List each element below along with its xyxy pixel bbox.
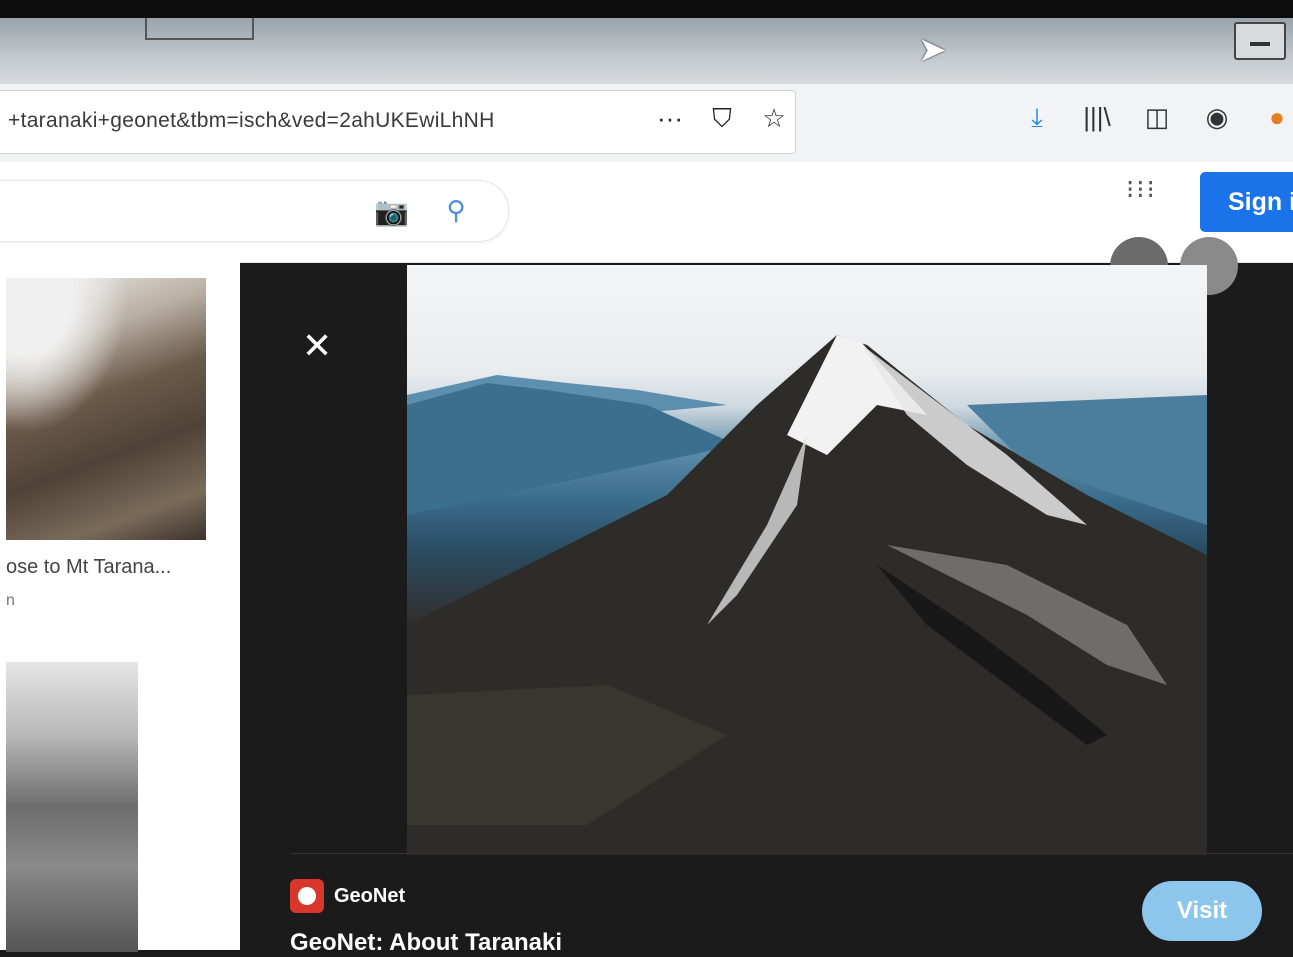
camera-icon[interactable]: 📷 — [374, 195, 409, 227]
page-title[interactable]: GeoNet: About Taranaki — [290, 929, 562, 957]
url-text[interactable]: +taranaki+geonet&tbm=isch&ved=2ahUKEwiLh… — [8, 109, 598, 133]
monitor-bezel — [0, 0, 1293, 18]
mountain-illustration — [407, 335, 1207, 855]
library-icon[interactable]: |||\ — [1080, 102, 1114, 134]
browser-toolbar: +taranaki+geonet&tbm=isch&ved=2ahUKEwiLh… — [0, 84, 1293, 163]
account-icon[interactable]: ◉ — [1200, 102, 1234, 134]
search-icon[interactable]: ⚲ — [440, 195, 472, 225]
toolbar-icons: ⤓ |||\ ◫ ◉ ● — [1020, 102, 1293, 134]
image-results: ose to Mt Tarana... n — [0, 262, 240, 952]
bookmark-star-icon[interactable]: ☆ — [759, 103, 789, 135]
close-icon[interactable]: ✕ — [302, 325, 332, 367]
apps-grid-icon[interactable]: ⁝⁝⁝ — [1126, 176, 1156, 214]
result-title[interactable]: ose to Mt Tarana... — [6, 556, 171, 579]
google-header: 📷 ⚲ ⁝⁝⁝ Sign in — [0, 162, 1293, 263]
preview-image[interactable] — [407, 265, 1207, 855]
window-titlebar: ➤ — [0, 18, 1293, 84]
image-viewer-panel: ✕ GeoNet GeoNet: About Taranaki Visit — [240, 237, 1293, 956]
search-box[interactable]: 📷 ⚲ — [0, 180, 509, 242]
source-name: GeoNet — [334, 884, 406, 907]
pocket-icon[interactable]: ⛉ — [707, 103, 737, 135]
address-bar[interactable]: +taranaki+geonet&tbm=isch&ved=2ahUKEwiLh… — [0, 90, 796, 154]
sidebar-icon[interactable]: ◫ — [1140, 102, 1174, 134]
url-actions: ··· ⛉ ☆ — [655, 103, 789, 135]
divider — [290, 853, 1293, 854]
profile-icon[interactable]: ● — [1260, 102, 1293, 134]
minimize-button[interactable] — [1234, 22, 1286, 60]
geonet-logo-icon — [290, 879, 324, 913]
download-icon[interactable]: ⤓ — [1020, 102, 1054, 134]
more-icon[interactable]: ··· — [655, 103, 685, 135]
mouse-cursor-icon: ➤ — [918, 31, 947, 69]
result-thumbnail[interactable] — [6, 662, 138, 952]
visit-button[interactable]: Visit — [1142, 881, 1262, 941]
browser-tab[interactable] — [145, 18, 254, 40]
result-source: n — [6, 592, 15, 609]
result-thumbnail[interactable] — [6, 278, 206, 540]
source-row[interactable]: GeoNet — [290, 879, 405, 913]
sign-in-button[interactable]: Sign in — [1200, 172, 1293, 232]
